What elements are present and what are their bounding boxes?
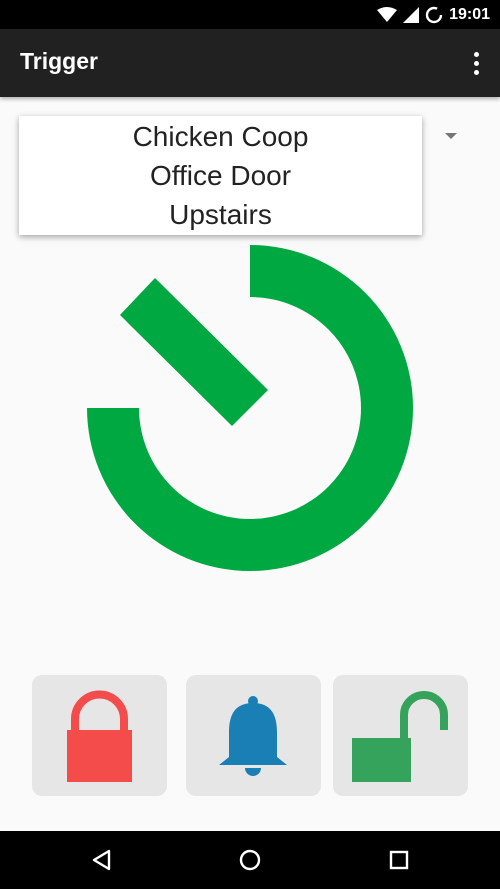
dropdown-option-upstairs[interactable]: Upstairs: [19, 195, 422, 234]
home-icon[interactable]: [235, 845, 265, 875]
bell-icon: [219, 696, 287, 776]
location-dropdown[interactable]: Chicken Coop Office Door Upstairs: [19, 116, 422, 235]
power-button[interactable]: [0, 0, 500, 700]
dropdown-option-office-door[interactable]: Office Door: [19, 156, 422, 195]
lock-closed-icon: [67, 690, 132, 782]
dropdown-option-chicken-coop[interactable]: Chicken Coop: [19, 117, 422, 156]
bell-button[interactable]: [186, 675, 321, 796]
power-icon: [87, 245, 413, 571]
nav-bar: [0, 831, 500, 889]
lock-button[interactable]: [32, 675, 167, 796]
lock-open-icon: [352, 691, 448, 782]
recents-icon[interactable]: [384, 845, 414, 875]
unlock-button[interactable]: [333, 675, 468, 796]
back-icon[interactable]: [87, 845, 117, 875]
